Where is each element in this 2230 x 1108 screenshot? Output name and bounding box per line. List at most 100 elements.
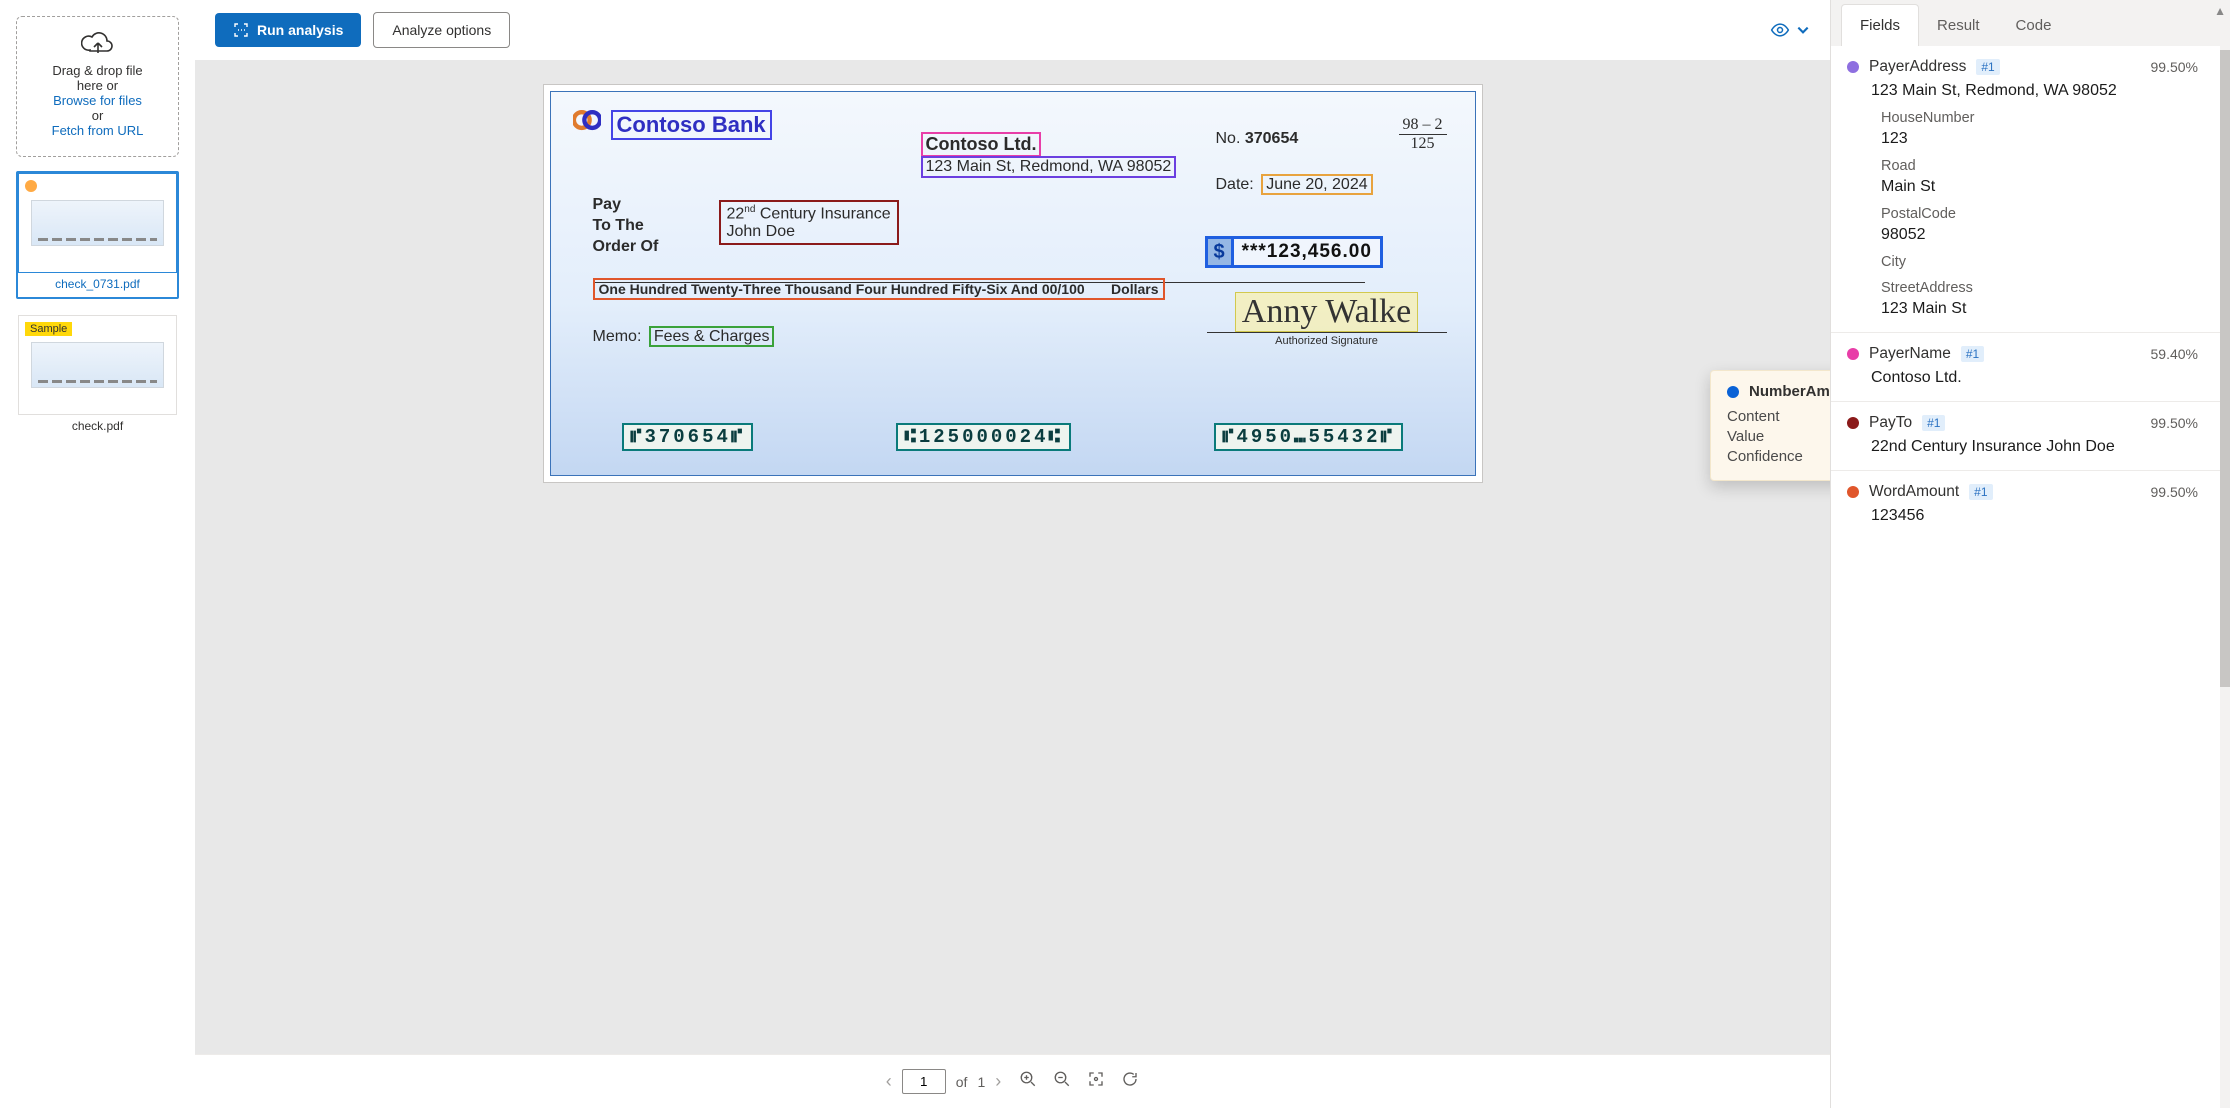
bank-name: Contoso Bank — [611, 110, 772, 140]
field-color-dot-icon — [1847, 417, 1859, 429]
scrollbar[interactable] — [2220, 46, 2230, 1108]
document-viewer[interactable]: Contoso Bank Contoso Ltd. 123 Main St, R… — [195, 60, 1830, 1054]
field-confidence: 99.50% — [2151, 484, 2198, 500]
subfield-key: HouseNumber — [1881, 110, 2198, 126]
check-number: No. 370654 — [1216, 130, 1299, 148]
field-confidence: 99.50% — [2151, 59, 2198, 75]
viewer-footer: ‹ of 1 › — [195, 1054, 1830, 1108]
routing-fraction: 98 – 2 125 — [1399, 116, 1447, 153]
field-confidence: 59.40% — [2151, 346, 2198, 362]
dropzone-or: or — [25, 108, 170, 123]
check-date: Date: June 20, 2024 — [1216, 176, 1373, 194]
micr-check-number: ⑈370654⑈ — [622, 423, 753, 451]
file-thumbnail-0[interactable]: check_0731.pdf — [16, 171, 179, 299]
analysis-panel: Run analysis Analyze options Contoso Ban… — [195, 0, 1830, 1108]
mini-check-preview — [31, 342, 164, 388]
visibility-toggle[interactable] — [1770, 20, 1810, 40]
field-PayerName[interactable]: PayerName #1 59.40% Contoso Ltd. — [1831, 332, 2220, 401]
subfield: PostalCode 98052 — [1881, 206, 2198, 244]
page-of-label: of — [956, 1074, 968, 1090]
memo-label: Memo: — [593, 328, 642, 345]
prev-page-button[interactable]: ‹ — [886, 1071, 892, 1092]
run-analysis-button[interactable]: Run analysis — [215, 13, 361, 47]
signature-area: Anny Walke Authorized Signature — [1207, 292, 1447, 347]
field-instance-badge: #1 — [1976, 59, 1999, 75]
results-tabs: Fields Result Code ▲ — [1831, 0, 2230, 46]
page-input[interactable] — [902, 1069, 946, 1094]
field-confidence: 99.50% — [2151, 415, 2198, 431]
field-name: WordAmount — [1869, 483, 1959, 501]
field-color-dot-icon — [1847, 486, 1859, 498]
subfield-value: 98052 — [1881, 226, 2198, 244]
check-number-value: 370654 — [1245, 130, 1298, 147]
field-instance-badge: #1 — [1969, 484, 1992, 500]
field-name: PayTo — [1869, 414, 1912, 432]
field-value: 123456 — [1871, 507, 2198, 525]
micr-routing: ⑆125000024⑆ — [896, 423, 1070, 451]
next-page-button[interactable]: › — [995, 1071, 1001, 1092]
pay-to-label: Pay To The Order Of — [593, 195, 659, 257]
subfield-key: City — [1881, 254, 2198, 270]
signature-field: Anny Walke — [1235, 292, 1418, 332]
field-instance-badge: #1 — [1922, 415, 1945, 431]
tab-code[interactable]: Code — [1998, 5, 2070, 46]
subfield-key: PostalCode — [1881, 206, 2198, 222]
micr-account: ⑈4950⑉55432⑈ — [1214, 423, 1403, 451]
toolbar: Run analysis Analyze options — [195, 0, 1830, 60]
file-thumbnail-1[interactable]: Sample check.pdf — [16, 313, 179, 441]
subfield-value: 123 Main St — [1881, 300, 2198, 318]
subfield: HouseNumber 123 — [1881, 110, 2198, 148]
field-value: Contoso Ltd. — [1871, 369, 2198, 387]
analyze-options-button[interactable]: Analyze options — [373, 12, 510, 48]
subfield-value: 123 — [1881, 130, 2198, 148]
fit-region-button[interactable] — [1087, 1070, 1105, 1093]
field-name: PayerName — [1869, 345, 1951, 363]
thumbnail-caption: check.pdf — [18, 419, 177, 439]
zoom-out-button[interactable] — [1053, 1070, 1071, 1093]
fields-list[interactable]: PayerAddress #1 99.50% 123 Main St, Redm… — [1831, 46, 2220, 1108]
subfield-key: StreetAddress — [1881, 280, 2198, 296]
subfield-key: Road — [1881, 158, 2198, 174]
field-name: PayerAddress — [1869, 58, 1966, 76]
amount-value: ***123,456.00 — [1234, 236, 1383, 268]
date-label: Date: — [1216, 176, 1254, 193]
rotate-button[interactable] — [1121, 1070, 1139, 1093]
date-value-field: June 20, 2024 — [1261, 174, 1372, 195]
fetch-url-link[interactable]: Fetch from URL — [52, 123, 144, 138]
word-amount-field: One Hundred Twenty-Three Thousand Four H… — [593, 278, 1165, 300]
scan-icon — [233, 22, 249, 38]
memo: Memo: Fees & Charges — [593, 328, 775, 346]
micr-line: ⑈370654⑈ ⑆125000024⑆ ⑈4950⑉55432⑈ — [551, 423, 1475, 451]
thumbnail-caption: check_0731.pdf — [18, 277, 177, 297]
number-amount-field[interactable]: $ ***123,456.00 — [1205, 236, 1383, 268]
pager: ‹ of 1 › — [886, 1069, 1001, 1094]
zoom-tools — [1019, 1070, 1139, 1093]
payer-address-field: 123 Main St, Redmond, WA 98052 — [921, 156, 1177, 178]
tab-result[interactable]: Result — [1919, 5, 1998, 46]
pay-to-field: 22nd Century Insurance John Doe — [719, 200, 899, 245]
field-value: 123 Main St, Redmond, WA 98052 — [1871, 82, 2198, 100]
fields-panel: Fields Result Code ▲ PayerAddress #1 99.… — [1830, 0, 2230, 1108]
tab-fields[interactable]: Fields — [1841, 4, 1919, 46]
thumbnail-image: Sample — [18, 315, 177, 415]
dropzone[interactable]: Drag & drop file here or Browse for file… — [16, 16, 179, 157]
field-instance-badge: #1 — [1961, 346, 1984, 362]
field-color-dot-icon — [1847, 61, 1859, 73]
scrollbar-thumb[interactable] — [2220, 50, 2230, 687]
mini-check-preview — [31, 200, 164, 246]
subfield: City — [1881, 254, 2198, 270]
browse-files-link[interactable]: Browse for files — [53, 93, 142, 108]
field-color-dot-icon — [1847, 348, 1859, 360]
upload-cloud-icon — [25, 31, 170, 57]
subfield: StreetAddress 123 Main St — [1881, 280, 2198, 318]
check-document: Contoso Bank Contoso Ltd. 123 Main St, R… — [550, 91, 1476, 476]
field-tooltip: NumberAmount Content$ 123,456.00 Value12… — [1710, 370, 1830, 481]
thumbnail-image — [18, 173, 177, 273]
routing-top: 98 – 2 — [1399, 116, 1447, 135]
field-PayTo[interactable]: PayTo #1 99.50% 22nd Century Insurance J… — [1831, 401, 2220, 470]
zoom-in-button[interactable] — [1019, 1070, 1037, 1093]
run-analysis-label: Run analysis — [257, 22, 343, 38]
field-PayerAddress[interactable]: PayerAddress #1 99.50% 123 Main St, Redm… — [1831, 46, 2220, 332]
field-WordAmount[interactable]: WordAmount #1 99.50% 123456 — [1831, 470, 2220, 539]
scroll-up-icon[interactable]: ▲ — [2214, 4, 2226, 18]
